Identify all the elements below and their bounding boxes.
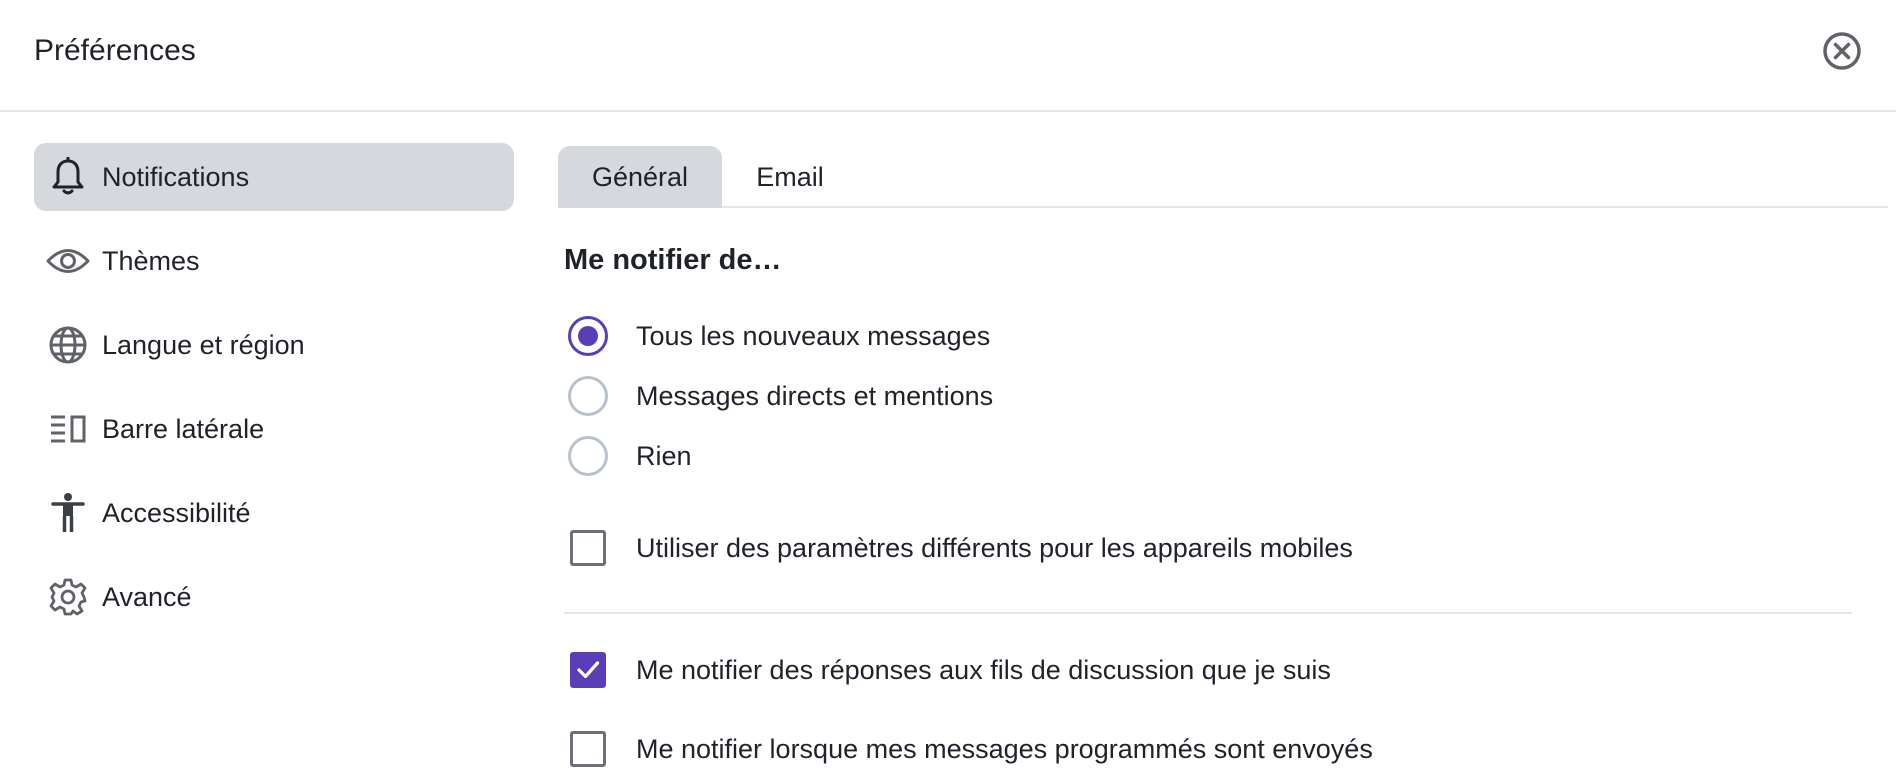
radio-label: Messages directs et mentions xyxy=(636,380,994,411)
sidebar-item-sidebar[interactable]: Barre latérale xyxy=(34,395,514,463)
radio-button[interactable] xyxy=(568,316,608,356)
bell-icon xyxy=(46,157,90,197)
preferences-content: Général Email Me notifier de… Tous les n… xyxy=(558,146,1888,767)
checkbox-scheduled-sent[interactable]: Me notifier lorsque mes messages program… xyxy=(566,725,1866,773)
radio-all-messages[interactable]: Tous les nouveaux messages xyxy=(566,312,1866,360)
dialog-title: Préférences xyxy=(34,34,196,67)
close-circle-icon xyxy=(1823,32,1861,70)
sidebar-item-language[interactable]: Langue et région xyxy=(34,311,514,379)
checkbox-mobile-settings[interactable]: Utiliser des paramètres différents pour … xyxy=(566,524,1866,572)
radio-label: Tous les nouveaux messages xyxy=(636,320,991,351)
sidebar-item-label: Langue et région xyxy=(102,330,305,360)
checkbox-label: Me notifier des réponses aux fils de dis… xyxy=(636,654,1331,685)
checkbox[interactable] xyxy=(570,731,606,767)
sidebar-item-label: Accessibilité xyxy=(102,498,251,528)
checkbox-label: Me notifier lorsque mes messages program… xyxy=(636,733,1373,764)
gear-icon xyxy=(46,577,90,617)
close-button[interactable] xyxy=(1822,31,1862,71)
check-icon xyxy=(577,661,600,679)
sidebar-item-label: Avancé xyxy=(102,582,192,612)
dialog-header: Préférences xyxy=(0,0,1896,112)
accessibility-icon xyxy=(46,493,90,533)
radio-direct-mentions[interactable]: Messages directs et mentions xyxy=(566,372,1866,420)
checkbox-label: Utiliser des paramètres différents pour … xyxy=(636,532,1353,563)
checkbox[interactable] xyxy=(570,530,606,566)
section-divider xyxy=(564,612,1852,614)
sidebar-icon xyxy=(46,409,90,449)
radio-nothing[interactable]: Rien xyxy=(566,432,1866,480)
sidebar-item-themes[interactable]: Thèmes xyxy=(34,227,514,295)
sidebar-item-advanced[interactable]: Avancé xyxy=(34,563,514,631)
section-title: Me notifier de… xyxy=(564,244,782,276)
preferences-sidebar: Notifications Thèmes Langue et région Ba… xyxy=(34,143,514,647)
sidebar-item-notifications[interactable]: Notifications xyxy=(34,143,514,211)
sidebar-item-label: Notifications xyxy=(102,162,250,192)
sidebar-item-accessibility[interactable]: Accessibilité xyxy=(34,479,514,547)
eye-icon xyxy=(46,241,90,281)
radio-button[interactable] xyxy=(568,436,608,476)
preferences-dialog: Préférences Notifications Thèmes Langue … xyxy=(0,0,1896,782)
sidebar-item-label: Thèmes xyxy=(102,246,200,276)
tab-bar: Général Email xyxy=(558,146,1888,208)
tab-email[interactable]: Email xyxy=(730,146,850,208)
tab-general[interactable]: Général xyxy=(558,146,722,208)
globe-icon xyxy=(46,325,90,365)
checkbox[interactable] xyxy=(570,652,606,688)
checkbox-thread-replies[interactable]: Me notifier des réponses aux fils de dis… xyxy=(566,646,1866,694)
radio-label: Rien xyxy=(636,440,692,471)
sidebar-item-label: Barre latérale xyxy=(102,414,265,444)
radio-button[interactable] xyxy=(568,376,608,416)
